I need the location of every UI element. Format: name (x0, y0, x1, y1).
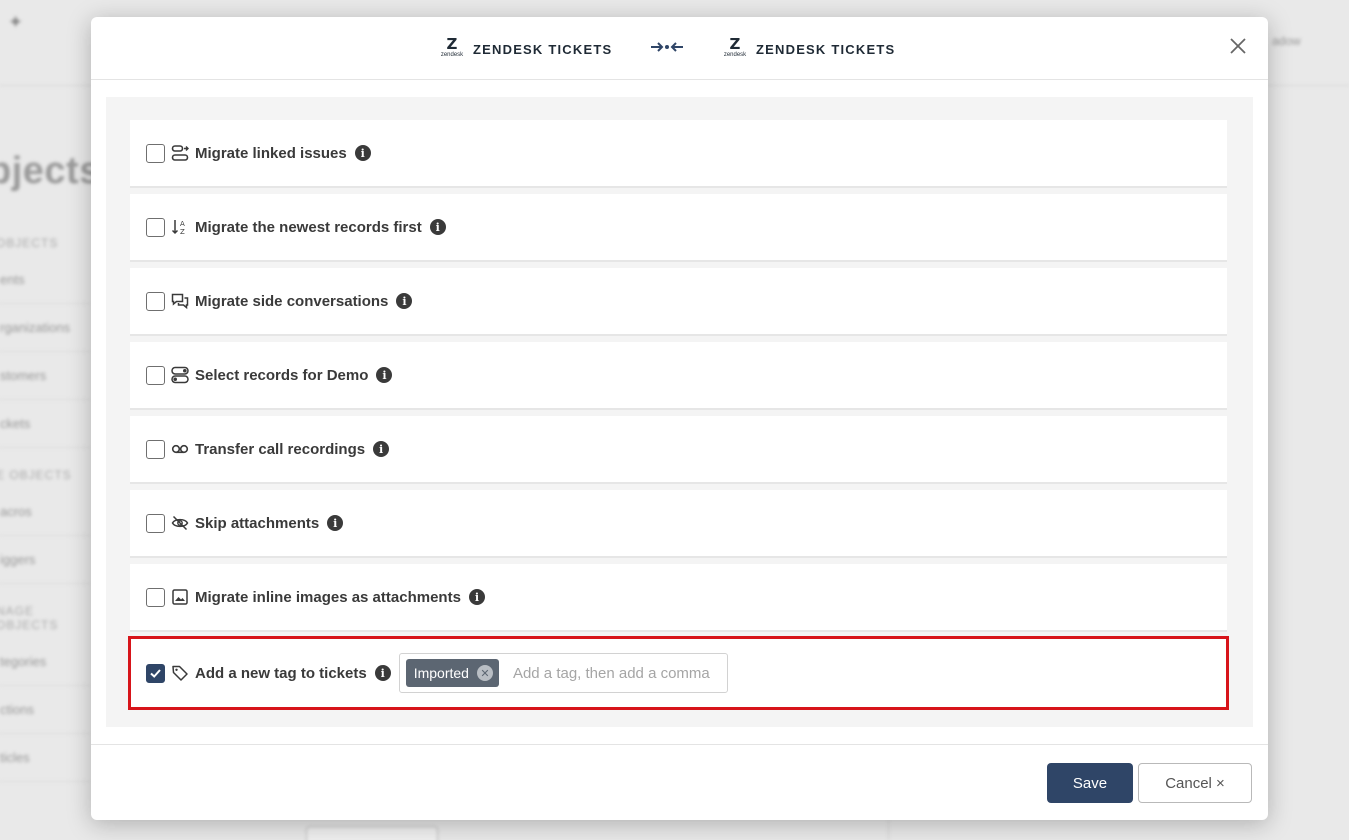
sidebar-item: acros (0, 488, 92, 536)
sort-icon: AZ (171, 218, 189, 236)
modal-footer: Save Cancel × (91, 744, 1268, 820)
sidebar-item: ctions (0, 686, 92, 734)
option-label: Migrate linked issues (195, 144, 347, 162)
conversations-icon (171, 292, 189, 310)
option-label: Migrate the newest records first (195, 218, 422, 236)
svg-text:Z: Z (180, 228, 185, 236)
background-topright-text: adow (1272, 34, 1301, 48)
source-platform: Z zendesk ZENDESK TICKETS (439, 37, 612, 61)
option-checkbox[interactable] (146, 513, 165, 533)
option-side-conversations: Migrate side conversations i (130, 268, 1227, 334)
svg-text:A: A (180, 220, 185, 228)
option-label: Migrate side conversations (195, 292, 389, 310)
sidebar-item: ticles (0, 734, 92, 782)
option-skip-attachments: Skip attachments i (130, 490, 1227, 556)
sidebar-item: stomers (0, 352, 92, 400)
option-migrate-linked-issues: Migrate linked issues i (130, 120, 1227, 186)
close-icon[interactable] (1227, 35, 1249, 57)
option-checkbox[interactable] (146, 587, 165, 607)
tag-chip: Imported ✕ (405, 659, 499, 687)
modal-header: Z zendesk ZENDESK TICKETS Z zendesk ZEND… (91, 17, 1268, 80)
option-checkbox[interactable] (146, 143, 165, 163)
background-sidebar: OBJECTS ents rganizations stomers ckets … (0, 230, 92, 782)
sidebar-item: ents (0, 256, 92, 304)
option-label: Migrate inline images as attachments (195, 588, 461, 606)
target-platform-name: ZENDESK TICKETS (756, 41, 896, 57)
eye-slash-icon (171, 514, 189, 532)
target-platform: Z zendesk ZENDESK TICKETS (722, 37, 895, 61)
source-platform-name: ZENDESK TICKETS (473, 41, 613, 57)
toggle-records-icon (171, 366, 189, 384)
sync-arrows-icon (651, 42, 683, 52)
info-icon[interactable]: i (354, 145, 371, 161)
option-checkbox[interactable] (146, 217, 165, 237)
tag-chip-label: Imported (413, 665, 469, 681)
migration-options-modal: Z zendesk ZENDESK TICKETS Z zendesk ZEND… (91, 17, 1268, 820)
option-checkbox[interactable] (146, 663, 165, 683)
app-logo-icon: ✦ (8, 12, 24, 32)
zendesk-logo-icon: Z zendesk (723, 35, 747, 59)
option-label: Skip attachments (195, 514, 320, 532)
option-add-tag: Add a new tag to tickets i Imported ✕ (128, 636, 1229, 710)
option-inline-images: Migrate inline images as attachments i (130, 564, 1227, 630)
remove-tag-icon[interactable]: ✕ (476, 665, 493, 681)
info-icon[interactable]: i (468, 589, 485, 605)
cancel-button[interactable]: Cancel × (1138, 763, 1252, 803)
save-button[interactable]: Save (1047, 763, 1133, 803)
sidebar-item: tegories (0, 638, 92, 686)
image-icon (171, 588, 189, 606)
info-icon[interactable]: i (376, 367, 393, 383)
sidebar-heading: NAGE OBJECTS (0, 604, 59, 632)
zendesk-logo-icon: Z zendesk (440, 35, 464, 59)
checkmark-icon (150, 668, 161, 678)
option-call-recordings: Transfer call recordings i (130, 416, 1227, 482)
sidebar-heading: OBJECTS (0, 236, 59, 250)
options-list: Migrate linked issues i AZ Migrate the n… (106, 97, 1253, 727)
sidebar-item: ckets (0, 400, 92, 448)
option-label: Transfer call recordings (195, 440, 366, 458)
sidebar-heading: E OBJECTS (0, 468, 72, 482)
tag-text-input[interactable] (512, 664, 713, 682)
linked-issues-icon (171, 144, 189, 162)
sidebar-item: iggers (0, 536, 92, 584)
option-checkbox[interactable] (146, 439, 165, 459)
option-label: Select records for Demo (195, 366, 369, 384)
info-icon[interactable]: i (396, 293, 413, 309)
info-icon[interactable]: i (429, 219, 446, 235)
option-checkbox[interactable] (146, 365, 165, 385)
tag-input-field[interactable]: Imported ✕ (398, 653, 728, 693)
option-label: Add a new tag to tickets (195, 664, 367, 682)
voicemail-icon (171, 440, 189, 458)
option-select-records-demo: Select records for Demo i (130, 342, 1227, 408)
option-checkbox[interactable] (146, 291, 165, 311)
background-button (306, 826, 438, 840)
tag-icon (171, 664, 189, 682)
option-newest-records-first: AZ Migrate the newest records first i (130, 194, 1227, 260)
sidebar-item: rganizations (0, 304, 92, 352)
info-icon[interactable]: i (374, 665, 391, 681)
info-icon[interactable]: i (373, 441, 390, 457)
info-icon[interactable]: i (327, 515, 344, 531)
background-page-title: bjects (0, 150, 101, 192)
